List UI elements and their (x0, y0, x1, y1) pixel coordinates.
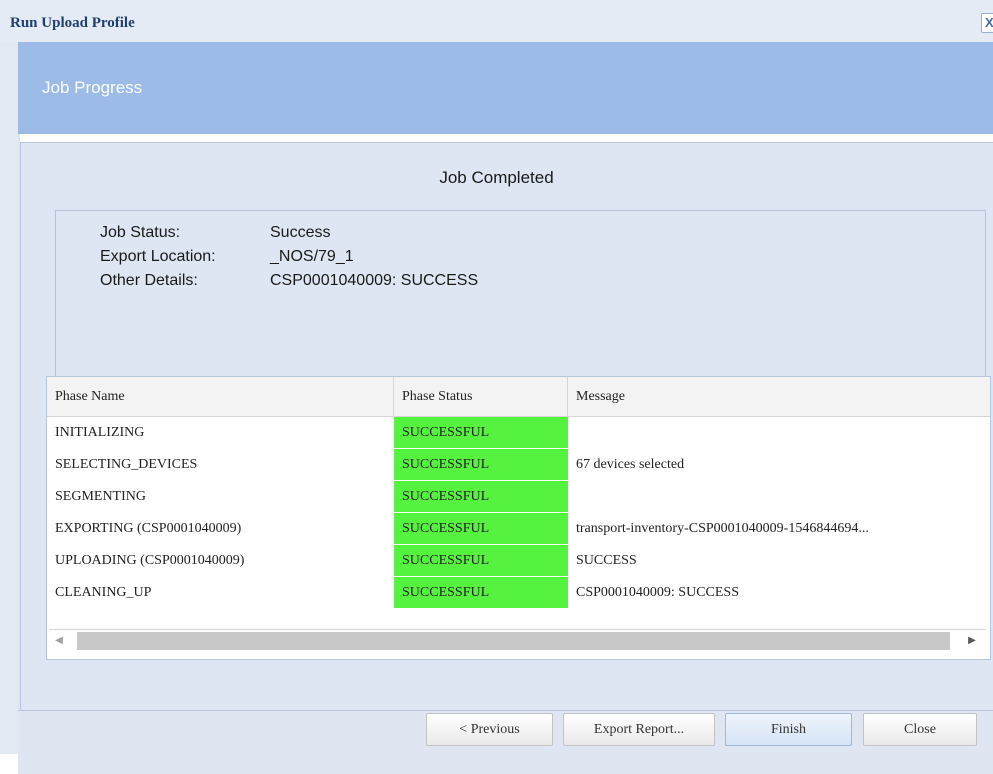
other-details-value: CSP0001040009: SUCCESS (270, 272, 479, 289)
title-bar: Run Upload Profile X (0, 0, 993, 43)
phase-status-cell: SUCCESSFUL (394, 449, 568, 481)
phase-table: Phase Name Phase Status Message INITIALI… (46, 376, 991, 660)
table-row[interactable]: SELECTING_DEVICES SUCCESSFUL 67 devices … (47, 449, 990, 481)
previous-button[interactable]: < Previous (426, 713, 553, 746)
horizontal-scrollbar[interactable]: ◀ ▶ (49, 629, 986, 652)
export-location-value: _NOS/79_1 (270, 248, 354, 265)
table-row[interactable]: SEGMENTING SUCCESSFUL (47, 481, 990, 513)
finish-button[interactable]: Finish (725, 713, 852, 746)
phase-name-cell: UPLOADING (CSP0001040009) (55, 553, 245, 568)
table-row[interactable]: UPLOADING (CSP0001040009) SUCCESSFUL SUC… (47, 545, 990, 577)
window-title: Run Upload Profile (10, 15, 135, 31)
close-button[interactable]: Close (863, 713, 977, 746)
scrollbar-thumb[interactable] (77, 632, 950, 650)
job-status-box: Job Status: Success Export Location: _NO… (55, 210, 986, 398)
phase-name-cell: INITIALIZING (55, 425, 145, 440)
phase-status-cell: SUCCESSFUL (394, 577, 568, 609)
job-completed-heading: Job Completed (439, 168, 554, 187)
table-row[interactable]: EXPORTING (CSP0001040009) SUCCESSFUL tra… (47, 513, 990, 545)
message-cell: 67 devices selected (576, 457, 685, 472)
content-top-divider (20, 134, 993, 142)
scroll-left-arrow-icon[interactable]: ◀ (53, 634, 65, 648)
phase-name-cell: SEGMENTING (55, 489, 146, 504)
scroll-right-arrow-icon[interactable]: ▶ (966, 634, 978, 648)
table-row[interactable]: INITIALIZING SUCCESSFUL (47, 417, 990, 449)
phase-status-cell: SUCCESSFUL (394, 545, 568, 577)
phase-status-cell: SUCCESSFUL (394, 481, 568, 513)
phase-status-cell: SUCCESSFUL (394, 417, 568, 449)
left-margin (0, 42, 18, 754)
message-cell (568, 481, 990, 513)
message-cell: CSP0001040009: SUCCESS (576, 585, 739, 600)
column-header-phase-status[interactable]: Phase Status (394, 377, 568, 416)
other-details-label: Other Details: (100, 272, 198, 289)
column-header-message[interactable]: Message (568, 377, 990, 416)
column-header-phase-name[interactable]: Phase Name (47, 377, 394, 416)
table-row[interactable]: CLEANING_UP SUCCESSFUL CSP0001040009: SU… (47, 577, 990, 609)
phase-status-cell: SUCCESSFUL (394, 513, 568, 545)
header-band: Job Progress (18, 42, 993, 134)
message-cell (568, 417, 990, 449)
page-title: Job Progress (42, 78, 143, 97)
phase-name-cell: EXPORTING (CSP0001040009) (55, 521, 242, 536)
phase-name-cell: SELECTING_DEVICES (55, 457, 198, 472)
footer-divider (18, 710, 993, 711)
phase-name-cell: CLEANING_UP (55, 585, 152, 600)
job-status-label: Job Status: (100, 224, 181, 241)
message-cell: SUCCESS (576, 553, 637, 568)
export-report-button[interactable]: Export Report... (563, 713, 715, 746)
export-location-label: Export Location: (100, 248, 216, 265)
job-status-value: Success (270, 224, 331, 241)
table-header: Phase Name Phase Status Message (47, 377, 990, 417)
close-icon[interactable]: X (981, 13, 993, 33)
message-cell: transport-inventory-CSP0001040009-154684… (576, 521, 869, 536)
